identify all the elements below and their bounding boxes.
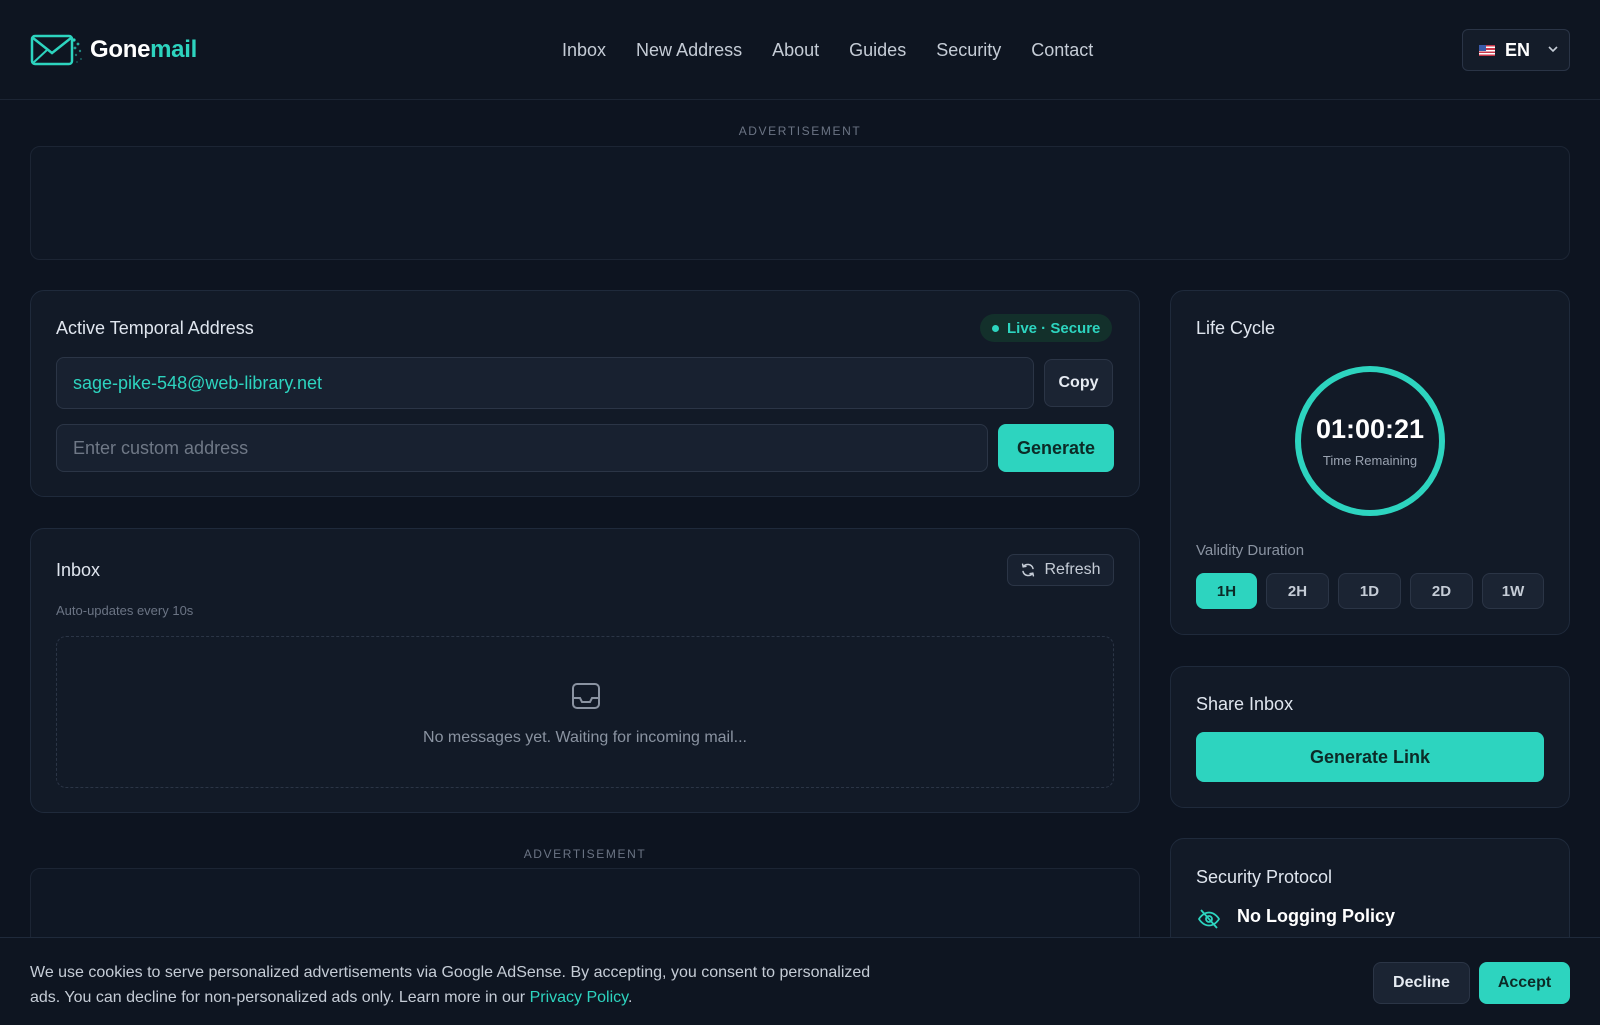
nav-contact[interactable]: Contact bbox=[1031, 38, 1093, 62]
envelope-logo-icon bbox=[30, 34, 82, 66]
ad-label-top: ADVERTISEMENT bbox=[738, 124, 862, 138]
countdown-label: Time Remaining bbox=[1322, 453, 1418, 468]
empty-inbox-text: No messages yet. Waiting for incoming ma… bbox=[423, 729, 747, 746]
brand-name-part1: Gone bbox=[90, 36, 151, 63]
brand-name: Gonemail bbox=[90, 36, 197, 64]
generate-button[interactable]: Generate bbox=[998, 424, 1114, 472]
brand-name-part2: mail bbox=[150, 36, 197, 63]
generate-link-button[interactable]: Generate Link bbox=[1196, 732, 1544, 782]
copy-button[interactable]: Copy bbox=[1044, 359, 1113, 407]
status-text: Live · Secure bbox=[1007, 319, 1101, 337]
security-title: Security Protocol bbox=[1196, 867, 1333, 887]
decline-button[interactable]: Decline bbox=[1373, 962, 1470, 1004]
status-badge: Live · Secure bbox=[980, 314, 1113, 342]
inbox-title: Inbox bbox=[56, 560, 101, 580]
share-title: Share Inbox bbox=[1196, 694, 1294, 714]
cookie-message-end: . bbox=[627, 989, 633, 1006]
us-flag-icon bbox=[1479, 44, 1495, 56]
eye-off-icon bbox=[1197, 909, 1221, 929]
refresh-label: Refresh bbox=[1044, 561, 1101, 578]
countdown-timer: 01:00:21 bbox=[1315, 414, 1425, 444]
lifecycle-title: Life Cycle bbox=[1196, 318, 1276, 338]
custom-address-input[interactable] bbox=[56, 424, 988, 472]
language-code: EN bbox=[1505, 39, 1531, 60]
duration-1h-button[interactable]: 1H bbox=[1196, 573, 1257, 609]
nav-inbox[interactable]: Inbox bbox=[562, 38, 606, 62]
duration-2h-button[interactable]: 2H bbox=[1266, 573, 1329, 609]
duration-1w-button[interactable]: 1W bbox=[1482, 573, 1544, 609]
ad-slot-top bbox=[30, 146, 1570, 260]
cookie-message: We use cookies to serve personalized adv… bbox=[30, 964, 871, 1006]
email-address-field[interactable]: sage-pike-548@web-library.net bbox=[56, 357, 1034, 409]
privacy-policy-link[interactable]: Privacy Policy bbox=[530, 989, 628, 1006]
refresh-icon bbox=[1022, 563, 1035, 577]
no-logging-policy-title: No Logging Policy bbox=[1237, 906, 1395, 926]
cookie-banner: We use cookies to serve personalized adv… bbox=[0, 937, 1600, 1025]
top-header: Gonemail Inbox New Address About Guides … bbox=[0, 0, 1600, 100]
nav-security[interactable]: Security bbox=[936, 38, 1001, 62]
empty-inbox-state: No messages yet. Waiting for incoming ma… bbox=[56, 636, 1114, 788]
ad-label-bottom: ADVERTISEMENT bbox=[523, 847, 647, 861]
nav-guides[interactable]: Guides bbox=[849, 38, 906, 62]
refresh-button[interactable]: Refresh bbox=[1007, 554, 1114, 586]
brand-logo[interactable]: Gonemail bbox=[30, 30, 197, 70]
main-nav: Inbox New Address About Guides Security … bbox=[562, 38, 1093, 62]
auto-update-note: Auto-updates every 10s bbox=[56, 603, 194, 618]
status-dot-icon bbox=[992, 324, 999, 332]
duration-1d-button[interactable]: 1D bbox=[1338, 573, 1401, 609]
ad-slot-bottom bbox=[30, 868, 1140, 948]
chevron-down-icon bbox=[1547, 42, 1559, 58]
language-selector[interactable]: EN bbox=[1462, 29, 1570, 71]
nav-about[interactable]: About bbox=[772, 38, 819, 62]
address-card-title: Active Temporal Address bbox=[56, 318, 254, 338]
cookie-text: We use cookies to serve personalized adv… bbox=[30, 960, 890, 1010]
duration-2d-button[interactable]: 2D bbox=[1410, 573, 1473, 609]
inbox-tray-icon bbox=[572, 683, 600, 709]
validity-duration-label: Validity Duration bbox=[1196, 542, 1305, 559]
accept-button[interactable]: Accept bbox=[1479, 962, 1570, 1004]
nav-new-address[interactable]: New Address bbox=[636, 38, 742, 62]
